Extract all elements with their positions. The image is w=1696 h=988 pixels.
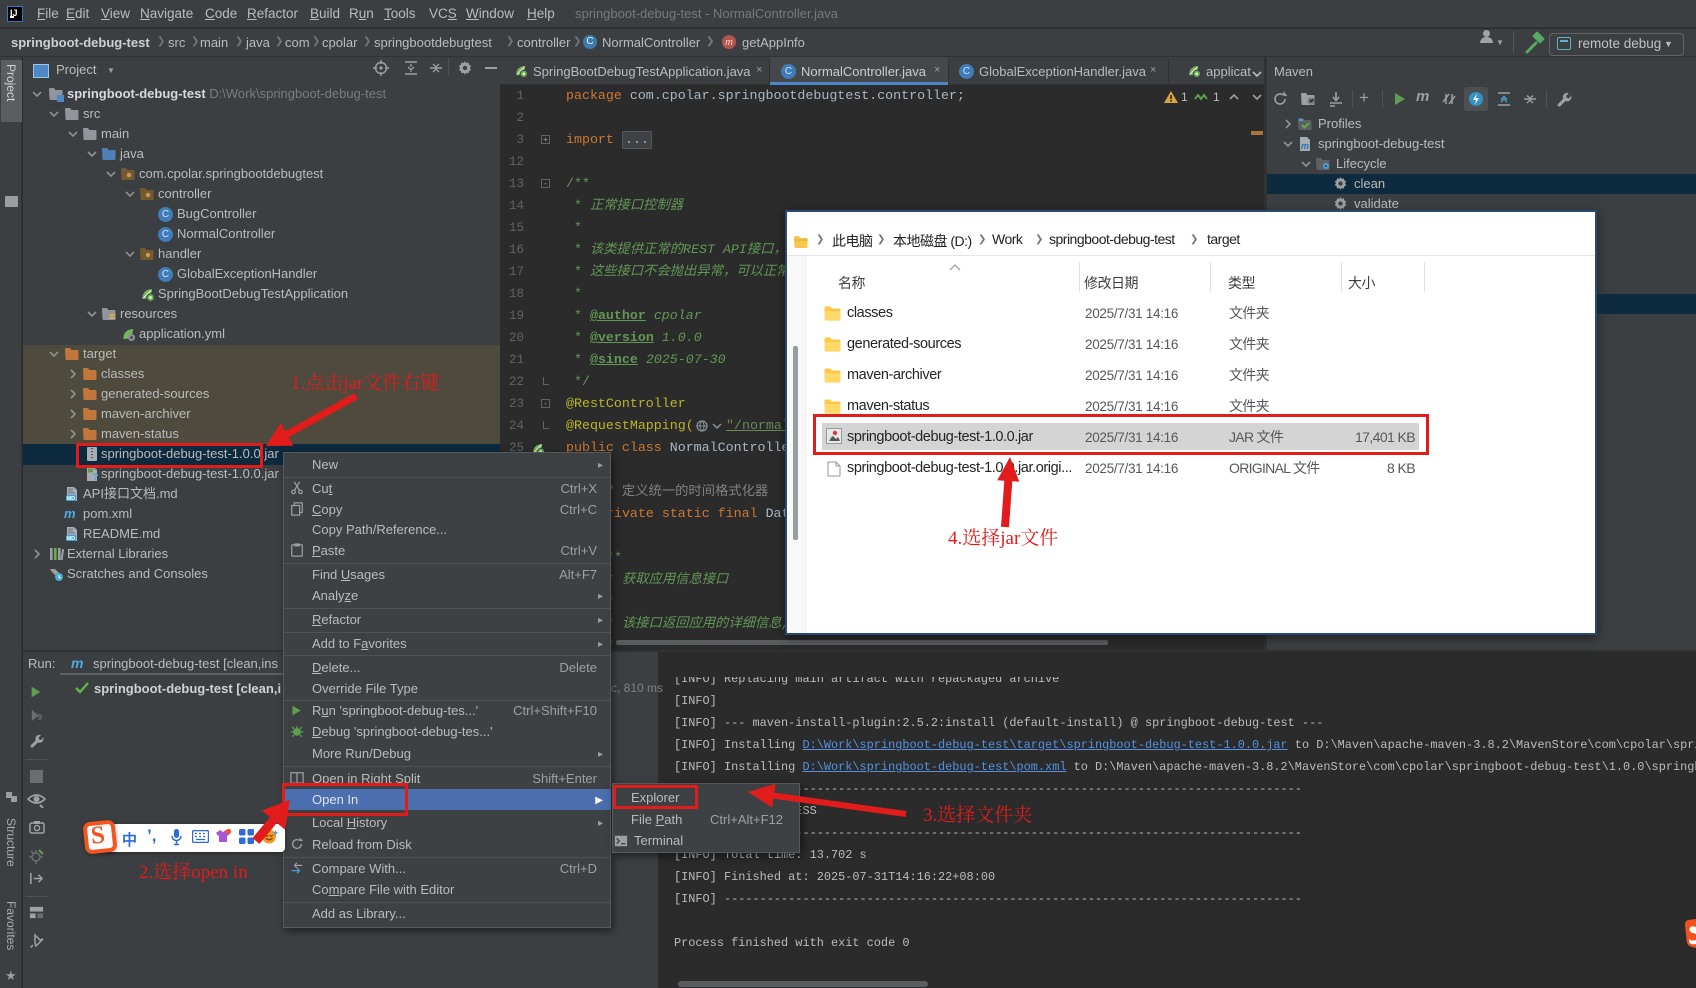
svg-text:MD: MD [67, 536, 76, 542]
svg-text:m: m [1301, 141, 1309, 151]
svg-text:9: 9 [37, 712, 42, 722]
